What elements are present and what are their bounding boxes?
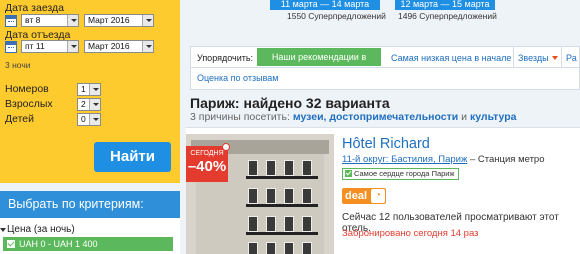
reasons-join: и	[461, 111, 468, 123]
sort-bar: Упорядочить: Наши рекомендации в начале …	[190, 46, 580, 90]
checkbox-icon	[7, 240, 15, 248]
chevron-down-icon	[142, 41, 153, 52]
checkin-month-select[interactable]: Март 2016	[84, 14, 154, 27]
date-banner-1[interactable]: 11 марта — 14 марта	[270, 0, 380, 10]
location-tag: Самое сердце города Париж	[342, 168, 459, 180]
nights-count: 3 ночи	[5, 60, 31, 70]
chevron-down-icon	[89, 84, 100, 95]
check-icon	[345, 170, 352, 177]
location-tag-label: Самое сердце города Париж	[354, 169, 455, 178]
search-panel: Дата заезда вт 8 Март 2016 Дата отъезда …	[0, 0, 180, 183]
children-label: Детей	[5, 113, 34, 125]
adults-select[interactable]: 2	[77, 98, 101, 111]
search-button[interactable]: Найти	[94, 142, 171, 172]
chevron-down-icon	[89, 99, 100, 110]
children-select[interactable]: 0	[77, 113, 101, 126]
deals-count-2: 1496 Суперпредложений	[398, 11, 497, 21]
results-title: Париж: найдено 32 варианта	[190, 95, 390, 111]
sort-divider-line	[191, 67, 580, 68]
sort-label: Упорядочить:	[197, 53, 254, 63]
sort-distance-tab[interactable]: Ра	[566, 53, 577, 63]
info-icon[interactable]	[222, 143, 230, 151]
reason-museums-link[interactable]: музеи	[293, 111, 324, 123]
checkout-month-select[interactable]: Март 2016	[84, 40, 154, 53]
reasons-line: 3 причины посетить: музеи, достопримечат…	[190, 111, 517, 123]
criteria-header: Выбрать по критериям:	[0, 191, 180, 218]
discount-badge: СЕГОДНЯ –40%	[186, 146, 228, 182]
price-filter-label[interactable]: Цена (за ночь)	[7, 224, 75, 235]
reason-sights-link[interactable]: достопримечательности	[329, 111, 458, 123]
rooms-select[interactable]: 1	[77, 83, 101, 96]
sort-lowest-price-tab[interactable]: Самая низкая цена в начале	[391, 53, 511, 63]
adults-label: Взрослых	[5, 98, 53, 110]
reason-culture-link[interactable]: культура	[470, 111, 517, 123]
chevron-down-icon	[551, 56, 558, 60]
chevron-down-icon[interactable]	[0, 228, 6, 232]
criteria-panel: Цена (за ночь) UAH 0 - UAH 1 400	[0, 218, 180, 254]
booked-today-notice: Забронировано сегодня 14 раз	[342, 228, 479, 239]
chevron-down-icon	[89, 114, 100, 125]
hotel-name-link[interactable]: Hôtel Richard	[342, 136, 430, 152]
rooms-label: Номеров	[5, 83, 49, 95]
chevron-down-icon	[67, 41, 78, 52]
sort-divider	[513, 47, 514, 67]
checkin-calendar-icon[interactable]	[5, 15, 17, 27]
deals-count-1: 1550 Суперпредложений	[287, 11, 386, 21]
sort-stars-tab[interactable]: Звезды	[518, 53, 558, 63]
district-suffix: – Станция метро	[467, 154, 545, 165]
deal-label: deal	[345, 190, 368, 202]
deal-badge: deal ◔	[342, 188, 386, 204]
checkout-day-select[interactable]: пт 11	[21, 40, 79, 53]
reasons-prefix: 3 причины посетить:	[190, 111, 290, 123]
sort-review-score-tab[interactable]: Оценка по отзывам	[197, 73, 278, 83]
checkout-calendar-icon[interactable]	[5, 41, 17, 53]
chevron-down-icon	[67, 15, 78, 26]
checkin-day-select[interactable]: вт 8	[21, 14, 79, 27]
date-banner-2[interactable]: 12 марта — 15 марта	[395, 0, 495, 10]
chevron-down-icon	[142, 15, 153, 26]
badge-discount-value: –40%	[187, 158, 227, 175]
badge-today-label: СЕГОДНЯ	[190, 150, 224, 157]
checkin-label: Дата заезда	[5, 2, 64, 14]
sort-recommended-tab[interactable]: Наши рекомендации в начале	[257, 48, 381, 80]
deal-clock-icon: ◔	[371, 189, 385, 203]
hotel-card: СЕГОДНЯ –40% Hôtel Richard 11-й округ: Б…	[186, 127, 580, 254]
hotel-district: 11-й округ: Бастилия, Париж – Станция ме…	[342, 154, 545, 165]
sort-divider	[561, 47, 562, 67]
district-link[interactable]: 11-й округ: Бастилия, Париж	[342, 154, 467, 165]
price-range-label: UAH 0 - UAH 1 400	[19, 239, 98, 249]
price-range-filter[interactable]: UAH 0 - UAH 1 400	[3, 237, 173, 251]
